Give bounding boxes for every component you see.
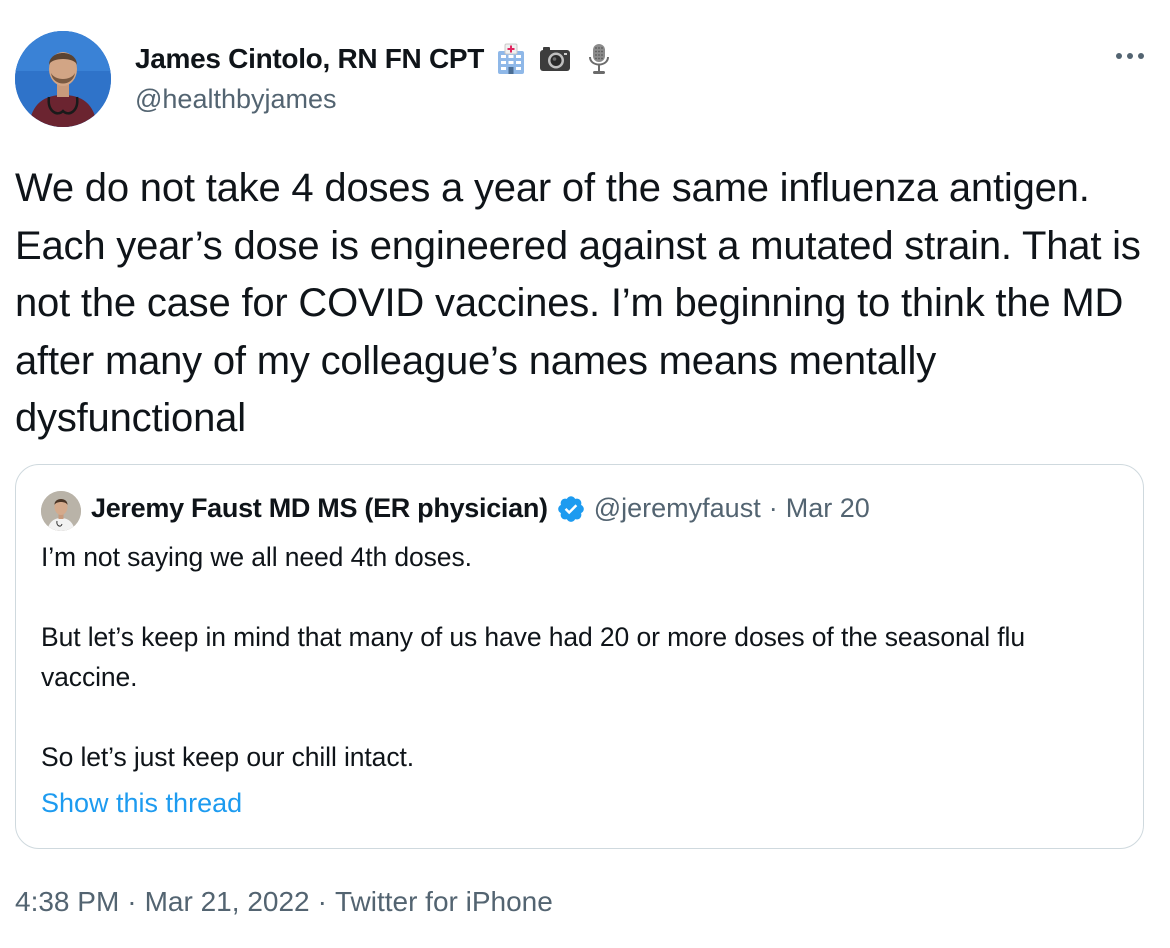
more-icon [1116,53,1144,59]
quoted-author-photo [41,491,81,531]
tweet-timestamp-time[interactable]: 4:38 PM [15,886,119,917]
camera-icon [538,42,572,76]
more-options-button[interactable] [1104,38,1156,74]
tweet-source[interactable]: Twitter for iPhone [335,886,553,917]
tweet-timestamp-date[interactable]: Mar 21, 2022 [145,886,310,917]
separator-dot: · [127,886,137,917]
separator-dot: · [768,493,778,523]
hospital-icon [494,42,528,76]
quoted-tweet-text: I’m not saying we all need 4th doses. Bu… [41,537,1121,777]
quoted-tweet-header: Jeremy Faust MD MS (ER physician) @jerem… [91,493,870,524]
author-handle[interactable]: @healthbyjames [135,84,337,115]
quoted-author-name: Jeremy Faust MD MS (ER physician) [91,493,548,523]
author-name-text: James Cintolo, RN FN CPT [135,43,485,74]
quoted-tweet-date: Mar 20 [785,493,870,523]
quoted-paragraph: I’m not saying we all need 4th doses. [41,542,472,572]
author-photo [15,31,111,127]
tweet-text: We do not take 4 doses a year of the sam… [15,166,1152,440]
author-avatar[interactable] [15,31,111,127]
verified-badge-icon [556,494,586,524]
show-thread-link[interactable]: Show this thread [41,788,242,819]
microphone-icon [582,42,616,76]
quoted-paragraph: So let’s just keep our chill intact. [41,742,414,772]
quoted-author-handle: @jeremyfaust [593,493,761,523]
author-name[interactable]: James Cintolo, RN FN CPT [135,42,616,76]
quoted-author-avatar [41,491,81,531]
tweet: James Cintolo, RN FN CPT @healthbyjames … [0,0,1170,948]
quoted-tweet-card[interactable]: Jeremy Faust MD MS (ER physician) @jerem… [15,464,1144,849]
quoted-paragraph: But let’s keep in mind that many of us h… [41,622,1025,692]
tweet-meta: 4:38 PM · Mar 21, 2022 · Twitter for iPhone [15,886,553,918]
separator-dot: · [317,886,327,917]
